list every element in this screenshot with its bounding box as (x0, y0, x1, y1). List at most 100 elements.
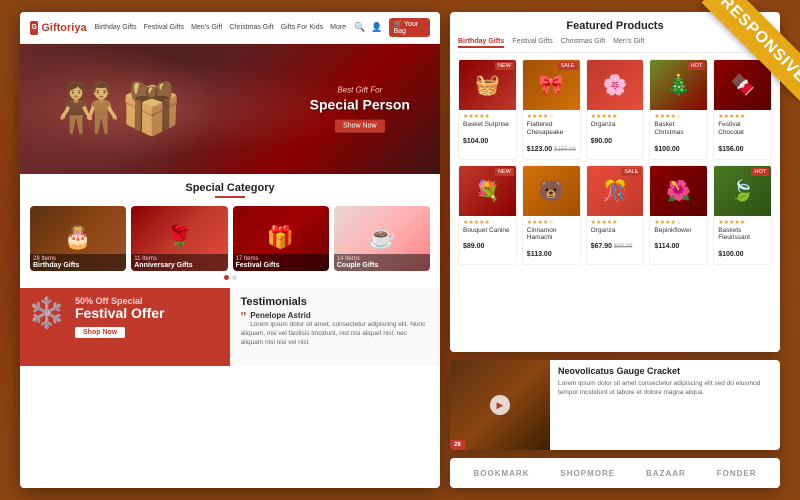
nav-items: Birthday Gifts Festival Gifts Men's Gift… (95, 24, 346, 31)
product-badge-1: NEW (495, 62, 514, 70)
nav-item-6[interactable]: More (330, 24, 346, 31)
product-info-3: ★★★★★ Organza $90.00 (587, 110, 644, 151)
product-emoji-2: 🎀 (539, 73, 564, 98)
header-icons: 🔍 👤 🛒 Your Bag (354, 18, 430, 37)
product-stars-7: ★★★★☆ (527, 219, 576, 226)
tab-mens-gift[interactable]: Men's Gift (613, 37, 644, 48)
cat-overlay-4: 14 Items Couple Gifts (334, 254, 430, 271)
cat-name-3: Festival Gifts (236, 262, 326, 269)
category-item-4[interactable]: ☕ 14 Items Couple Gifts (334, 206, 430, 271)
hero-title: Special Person (310, 97, 410, 114)
product-img-1: 🧺 NEW (459, 60, 516, 110)
blog-content: Neovolicatus Gauge Cracket Lorem ipsum d… (550, 360, 780, 450)
product-info-2: ★★★★☆ Flattered Chesapeake $123.00$150.0… (523, 110, 580, 159)
product-price-10: $100.00 (718, 251, 743, 258)
hero-button[interactable]: Show Now (335, 119, 384, 132)
play-button[interactable]: ▶ (490, 395, 510, 415)
section-divider (215, 196, 245, 198)
product-info-6: ★★★★★ Bouquet Canine $89.00 (459, 216, 516, 257)
product-card-10[interactable]: 🍃 HOT ★★★★★ Baskets Fleurissant $100.00 (713, 165, 772, 266)
product-price-8: $67.90 (591, 243, 612, 250)
site-logo: G Giftoriya (30, 21, 87, 35)
nav-item-3[interactable]: Men's Gift (191, 24, 222, 31)
category-grid: 🎂 28 Items Birthday Gifts 🌹 11 Items Ann… (30, 206, 430, 271)
product-card-1[interactable]: 🧺 NEW ★★★★★ Basket Surprise $104.00 (458, 59, 517, 160)
dot-1[interactable] (224, 275, 229, 280)
product-stars-9: ★★★★☆ (654, 219, 703, 226)
special-category-section: Special Category 🎂 28 Items Birthday Gif… (20, 174, 440, 288)
hero-couple-image: 👫🎁 (20, 44, 220, 174)
badge-label: RESPONSIVE (701, 0, 800, 102)
category-item-3[interactable]: 🎁 17 Items Festival Gifts (233, 206, 329, 271)
cat-name-2: Anniversary Gifts (134, 262, 224, 269)
hero-banner: 👫🎁 Best Gift For Special Person Show Now (20, 44, 440, 174)
cat-overlay-1: 28 Items Birthday Gifts (30, 254, 126, 271)
product-card-3[interactable]: 🌸 ★★★★★ Organza $90.00 (586, 59, 645, 160)
product-badge-6: NEW (495, 168, 514, 176)
offer-title: Festival Offer (75, 306, 220, 321)
offer-content: 50% Off Special Festival Offer Shop Now (30, 296, 220, 339)
brand-shopmore: SHOPMORE (560, 469, 615, 478)
product-emoji-10: 🍃 (730, 178, 755, 203)
user-icon[interactable]: 👤 (371, 22, 382, 33)
product-price-5: $156.00 (718, 146, 743, 153)
quote-icon: " (241, 311, 247, 327)
product-price-6: $89.00 (463, 243, 484, 250)
product-price-7: $113.00 (527, 251, 552, 258)
nav-item-2[interactable]: Festival Gifts (144, 24, 184, 31)
product-stars-10: ★★★★★ (718, 219, 767, 226)
brands-panel: BOOKMARK SHOPMORE BAZAAR FONDER (450, 458, 780, 488)
category-item-2[interactable]: 🌹 11 Items Anniversary Gifts (131, 206, 227, 271)
product-stars-6: ★★★★★ (463, 219, 512, 226)
cart-button[interactable]: 🛒 Your Bag (389, 18, 431, 37)
product-card-8[interactable]: 🎊 SALE ★★★★★ Organza $67.90$90.00 (586, 165, 645, 266)
product-name-8: Organza (591, 227, 640, 235)
nav-item-1[interactable]: Birthday Gifts (95, 24, 137, 31)
product-info-10: ★★★★★ Baskets Fleurissant $100.00 (714, 216, 771, 265)
tab-festival-gifts[interactable]: Festival Gifts (512, 37, 552, 48)
site-header: G Giftoriya Birthday Gifts Festival Gift… (20, 12, 440, 44)
product-img-6: 💐 NEW (459, 166, 516, 216)
product-info-1: ★★★★★ Basket Surprise $104.00 (459, 110, 516, 151)
tab-birthday-gifts[interactable]: Birthday Gifts (458, 37, 504, 48)
testimonial-text: Lorem ipsum dolor sit amet, consectetur … (241, 320, 431, 347)
hero-subtitle: Best Gift For (310, 86, 410, 95)
product-img-2: 🎀 SALE (523, 60, 580, 110)
product-emoji-8: 🎊 (603, 178, 628, 203)
product-info-9: ★★★★☆ Bepinkflower $114.00 (650, 216, 707, 257)
search-icon[interactable]: 🔍 (354, 22, 365, 33)
dot-2[interactable] (232, 275, 237, 280)
tab-christmas-gift[interactable]: Christmas Gift (561, 37, 605, 48)
testimonials-section: Testimonials " Penelope Astrid Lorem ips… (230, 288, 441, 366)
bottom-section: ❄️ 50% Off Special Festival Offer Shop N… (20, 288, 440, 366)
product-emoji-6: 💐 (475, 178, 500, 203)
product-emoji-9: 🌺 (666, 178, 691, 203)
product-badge-8: SALE (621, 168, 641, 176)
product-name-1: Basket Surprise (463, 121, 512, 129)
nav-item-4[interactable]: Christmas Gift (229, 24, 273, 31)
cat-overlay-2: 11 Items Anniversary Gifts (131, 254, 227, 271)
product-emoji-1: 🧺 (475, 73, 500, 98)
blog-image: ▶ 28 (450, 360, 550, 450)
product-card-2[interactable]: 🎀 SALE ★★★★☆ Flattered Chesapeake $123.0… (522, 59, 581, 160)
section-title: Special Category (30, 182, 430, 194)
product-info-8: ★★★★★ Organza $67.90$90.00 (587, 216, 644, 257)
testimonials-title: Testimonials (241, 296, 431, 308)
product-name-6: Bouquet Canine (463, 227, 512, 235)
product-card-6[interactable]: 💐 NEW ★★★★★ Bouquet Canine $89.00 (458, 165, 517, 266)
nav-item-5[interactable]: Gifts For Kids (281, 24, 323, 31)
product-img-8: 🎊 SALE (587, 166, 644, 216)
festival-offer: ❄️ 50% Off Special Festival Offer Shop N… (20, 288, 230, 366)
brand-fonder: FONDER (717, 469, 757, 478)
product-card-9[interactable]: 🌺 ★★★★☆ Bepinkflower $114.00 (649, 165, 708, 266)
category-item-1[interactable]: 🎂 28 Items Birthday Gifts (30, 206, 126, 271)
product-name-9: Bepinkflower (654, 227, 703, 235)
testimonial-body: " Penelope Astrid Lorem ipsum dolor sit … (241, 311, 431, 347)
product-stars-3: ★★★★★ (591, 113, 640, 120)
logo-text: Giftoriya (41, 22, 86, 34)
product-info-7: ★★★★☆ Cinnamon Hamachi $113.00 (523, 216, 580, 265)
couple-silhouette: 👫🎁 (58, 80, 183, 139)
product-card-7[interactable]: 🐻 ★★★★☆ Cinnamon Hamachi $113.00 (522, 165, 581, 266)
offer-button[interactable]: Shop Now (75, 327, 125, 338)
product-emoji-3: 🌸 (603, 73, 628, 98)
